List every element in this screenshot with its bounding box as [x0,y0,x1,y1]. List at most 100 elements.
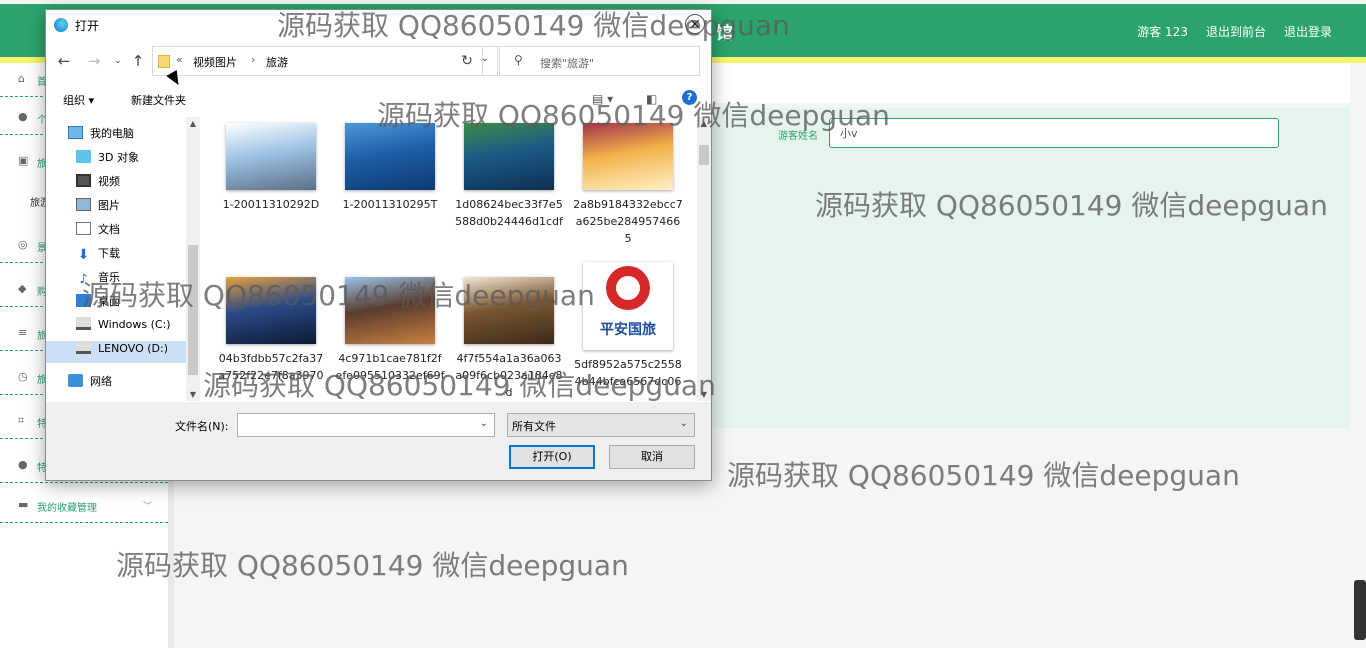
file-name: 1-20011310295T [342,198,438,211]
scroll-up-icon[interactable]: ▲ [699,119,709,128]
sidebar-item-favorites[interactable]: ▬ 我的收藏管理 ﹀ [0,489,168,523]
picture-icon [76,198,91,211]
nav-item-this-pc[interactable]: 我的电脑 [68,125,134,147]
nav-item-network[interactable]: 网络 [68,373,112,395]
filename-label: 文件名(N): [175,420,229,433]
top-links: 游客 123 退出到前台 退出登录 [1137,23,1332,40]
cube-icon [76,150,91,163]
organize-button[interactable]: 组织 ▾ [63,92,94,108]
search-placeholder: 搜索"旅游" [540,57,595,70]
printer-icon: ▬ [18,498,29,511]
file-thumbnail [464,277,554,344]
cancel-button[interactable]: 取消 [609,445,695,469]
nav-item-pictures[interactable]: 图片 [76,197,120,219]
file-open-dialog: 打开 ✕ ← → ⌄ ↑ « 视频图片 › 旅游 ⌄ ↻ ⚲ 搜索"旅游" 组织… [45,9,712,481]
file-name: 04b3fdbb57c2fa37a752f22e7f8a3970 [218,352,324,382]
nav-item-desktop[interactable]: 桌面 [76,293,120,315]
file-scroll-thumb[interactable] [699,145,709,165]
breadcrumb-separator: › [251,53,256,66]
file-name: 1d08624bec33f7e5588d0b24446d1cdf [455,198,563,228]
user-name-link[interactable]: 游客 123 [1137,23,1188,40]
file-item[interactable]: 04b3fdbb57c2fa37a752f22e7f8a3970 [216,277,326,384]
up-arrow-icon[interactable]: ↑ [128,51,148,71]
breadcrumb-video-pictures[interactable]: 视频图片 [193,54,237,70]
back-to-front-link[interactable]: 退出到前台 [1206,23,1266,40]
new-folder-button[interactable]: 新建文件夹 [131,92,186,108]
chevron-down-icon: ﹀ [142,502,152,512]
home-icon: ⌂ [18,72,25,85]
network-icon [68,374,83,387]
file-item[interactable]: 1-20011310292D [216,123,326,213]
scroll-down-icon[interactable]: ▼ [699,390,709,399]
file-item[interactable]: 4f7f554a1a36a063a09f6cb023a184e8d [454,277,564,401]
file-type-select[interactable]: 所有文件 ⌄ [507,413,695,437]
nav-item-music[interactable]: ♪ 音乐 [76,269,120,291]
nav-item-lenovo-d[interactable]: LENOVO (D:) [46,341,186,363]
file-item[interactable]: 2a8b9184332ebcc7a625be2849574665 [573,123,683,247]
thumb-icon: ◆ [18,282,27,295]
nav-item-windows-c[interactable]: Windows (C:) [76,317,171,339]
file-thumbnail [226,123,316,190]
floating-widget[interactable] [1354,580,1366,640]
view-options-icon[interactable]: ▤ ▾ [592,92,613,106]
file-thumbnail [345,277,435,344]
file-name: 2a8b9184332ebcc7a625be2849574665 [573,198,683,245]
logo-text: 平安国旅 [600,322,656,338]
nav-item-videos[interactable]: 视频 [76,173,120,195]
compass-icon: ◎ [18,238,28,251]
recent-dropdown-icon[interactable]: ⌄ [108,51,128,71]
navigation-row: ← → ⌄ ↑ « 视频图片 › 旅游 ⌄ ↻ ⚲ 搜索"旅游" [46,46,711,76]
dialog-title-bar[interactable]: 打开 ✕ [46,10,711,40]
list-icon: ≡ [18,326,28,339]
drive-icon [76,341,91,354]
file-item[interactable]: 4c971b1cae781f2fefe095510332ef69f [335,277,445,384]
visitor-name-label: 游客姓名 [778,131,818,142]
address-bar[interactable]: « 视频图片 › 旅游 ⌄ [152,46,498,76]
file-list: 1-20011310292D 1-20011310295T 1d08624bec… [202,117,698,401]
file-name: 1-20011310292D [222,198,320,211]
file-thumbnail [583,123,673,190]
file-thumbnail [226,277,316,344]
nav-scroll-thumb[interactable] [188,245,198,375]
command-bar: 组织 ▾ 新建文件夹 ▤ ▾ ◧ ? [46,88,711,112]
scroll-down-icon[interactable]: ▼ [188,390,198,399]
nav-scrollbar[interactable]: ▲ ▼ [186,117,200,401]
video-icon [76,174,91,187]
file-item[interactable]: 平安国旅 5df8952a575c25584b44bfca6567dc06 [573,262,683,390]
dialog-footer: 文件名(N): ⌄ 所有文件 ⌄ 打开(O) 取消 [46,402,711,480]
logout-link[interactable]: 退出登录 [1284,23,1332,40]
nav-item-documents[interactable]: 文档 [76,221,120,243]
suitcase-icon: ▣ [18,154,29,167]
forward-arrow-icon[interactable]: → [84,51,104,71]
bulb-icon: ● [18,458,28,471]
file-item[interactable]: 1d08624bec33f7e5588d0b24446d1cdf [454,123,564,230]
search-input[interactable]: ⚲ 搜索"旅游" [499,46,700,76]
help-icon[interactable]: ? [682,90,697,105]
chevron-down-icon[interactable]: ⌄ [480,418,488,429]
clock-icon: ◷ [18,370,28,383]
folder-icon [158,55,170,68]
back-arrow-icon[interactable]: ← [54,51,74,71]
organize-label: 组织 [63,94,85,107]
visitor-name-input[interactable]: 小v [829,118,1279,148]
file-name: 4c971b1cae781f2fefe095510332ef69f [335,352,445,382]
user-icon: ● [18,110,28,123]
navigation-pane: 我的电脑 3D 对象 视频 图片 文档 ⬇ 下载 ♪ 音乐 桌面 Windows (… [46,117,188,401]
close-icon[interactable]: ✕ [685,14,705,34]
breadcrumb-travel[interactable]: 旅游 [266,54,288,70]
breadcrumb-overflow[interactable]: « [176,53,183,66]
nav-item-downloads[interactable]: ⬇ 下载 [76,245,120,267]
nav-item-3d-objects[interactable]: 3D 对象 [76,149,139,171]
brand-title: 馆 [716,24,733,44]
open-button[interactable]: 打开(O) [509,445,595,469]
preview-pane-icon[interactable]: ◧ [646,92,657,106]
filename-input[interactable]: ⌄ [237,413,495,437]
file-name: 4f7f554a1a36a063a09f6cb023a184e8d [455,352,563,399]
music-icon: ♪ [79,272,88,287]
refresh-icon[interactable]: ↻ [452,46,483,76]
scroll-up-icon[interactable]: ▲ [188,119,198,128]
computer-icon [68,126,83,139]
file-item[interactable]: 1-20011310295T [335,123,445,213]
file-scrollbar[interactable]: ▲ ▼ [697,117,711,401]
search-icon: ⚲ [514,53,523,67]
